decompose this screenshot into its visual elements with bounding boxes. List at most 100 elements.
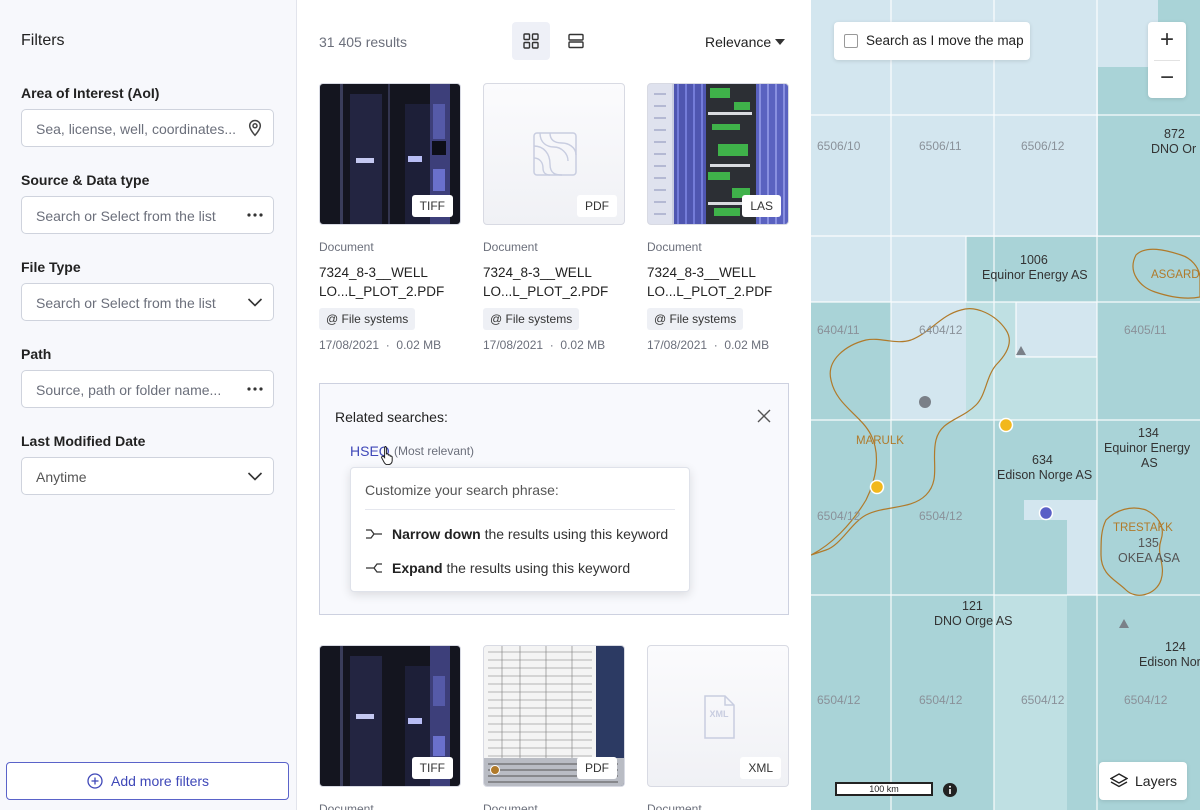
card-filename[interactable]: 7324_8-3__WELL LO...L_PLOT_2.PDF [319,263,461,301]
license-operator: OKEA ASA [1118,551,1180,565]
license-operator: DNO Orge AS [934,614,1013,628]
card-meta: 17/08/2021 · 0.02 MB [483,338,606,352]
filetype-label: File Type [21,259,81,275]
source-input[interactable]: Search or Select from the list [21,196,274,234]
license-number: 872 [1164,127,1185,141]
results-panel: 31 405 results Relevance TIFF Document 7… [297,0,811,810]
expand-icon [366,563,382,573]
card-size: 0.02 MB [724,338,770,352]
expand-bold: Expand [392,560,443,576]
layers-button[interactable]: Layers [1099,762,1187,800]
card-date: 17/08/2021 [647,338,708,352]
block-label: 6404/12 [919,323,963,337]
popup-title: Customize your search phrase: [365,482,559,498]
close-icon[interactable] [756,408,772,424]
license-operator: Equinor Energy [1104,441,1191,455]
narrow-down-option[interactable]: Narrow down the results using this keywo… [365,526,675,544]
license-operator: DNO Or [1151,142,1197,156]
sort-dropdown[interactable]: Relevance [705,34,771,50]
license-operator: Edison Norge [1139,655,1200,669]
las-thumbnail[interactable]: LAS [647,83,789,225]
card-source-tag[interactable]: @ File systems [319,308,416,330]
source-placeholder: Search or Select from the list [36,208,216,224]
results-count: 31 405 results [319,34,407,50]
aoi-input[interactable]: Sea, license, well, coordinates... [21,109,274,147]
field-label: ASGARD [1151,269,1200,281]
result-card[interactable]: XML XML Document [647,645,789,810]
file-type-badge: PDF [577,757,617,779]
hand-cursor-icon [381,446,393,465]
related-keyword-note: (Most relevant) [394,444,475,458]
search-as-move-checkbox[interactable] [844,34,858,48]
date-value: Anytime [36,469,87,485]
customize-search-popup: Customize your search phrase: Narrow dow… [350,467,690,592]
result-card[interactable]: PDF Document 7324_8-3__WELL LO...L_PLOT_… [483,83,625,353]
file-type-badge: PDF [577,195,617,217]
map-base [811,0,1200,810]
layers-label: Layers [1135,773,1178,789]
location-pin-icon[interactable] [245,118,265,138]
block-label: 6404/11 [817,323,860,337]
date-select[interactable]: Anytime [21,457,274,495]
file-type-badge: TIFF [411,195,453,217]
pdf-thumbnail[interactable]: PDF [483,645,625,787]
path-input[interactable]: Source, path or folder name... [21,370,274,408]
field-label: TRESTAKK [1113,522,1173,534]
block-label: 6504/12 [817,693,861,707]
block-label: 6506/10 [817,139,861,153]
license-number: 121 [962,599,983,613]
result-card[interactable]: TIFF Document [319,645,461,810]
date-label: Last Modified Date [21,433,146,449]
chevron-down-icon[interactable] [245,292,265,312]
add-more-filters-button[interactable]: Add more filters [6,762,289,800]
result-card[interactable]: PDF Document [483,645,625,810]
zoom-in-button[interactable]: + [1148,22,1186,60]
card-kind: Document [319,240,374,254]
block-label: 6506/12 [1021,139,1065,153]
path-placeholder: Source, path or folder name... [36,382,222,398]
expand-option[interactable]: Expand the results using this keyword [365,560,675,578]
block-label: 6405/11 [1124,323,1167,337]
result-card[interactable]: TIFF Document 7324_8-3__WELL LO...L_PLOT… [319,83,461,353]
card-filename[interactable]: 7324_8-3__WELL LO...L_PLOT_2.PDF [647,263,789,301]
search-as-move-toggle[interactable]: Search as I move the map [834,22,1030,60]
more-dots-icon[interactable] [245,205,265,225]
block-label: 6504/12 [1124,693,1168,707]
card-kind: Document [483,802,538,810]
chevron-down-icon[interactable] [245,466,265,486]
card-size: 0.02 MB [396,338,442,352]
narrow-rest: the results using this keyword [484,526,669,542]
license-number: 634 [1032,453,1053,467]
file-type-badge: TIFF [411,757,453,779]
license-number: 124 [1165,640,1186,654]
license-number: 135 [1138,536,1159,550]
scale-bar: 100 km [835,782,933,796]
block-label: 6504/12 [817,509,861,523]
add-more-filters-label: Add more filters [111,773,210,789]
info-icon[interactable] [943,783,957,797]
caret-down-icon[interactable] [775,39,785,45]
filetype-select[interactable]: Search or Select from the list [21,283,274,321]
tiff-thumbnail[interactable]: TIFF [319,645,461,787]
card-source-tag[interactable]: @ File systems [483,308,580,330]
pdf-thumbnail[interactable]: PDF [483,83,625,225]
card-meta: 17/08/2021 · 0.02 MB [319,338,442,352]
card-kind: Document [647,240,702,254]
xml-thumbnail[interactable]: XML XML [647,645,789,787]
grid-icon [523,33,539,49]
filters-title: Filters [21,32,65,49]
filetype-placeholder: Search or Select from the list [36,295,216,311]
grid-view-button[interactable] [512,22,550,60]
related-searches-panel: Related searches: HSEQ (Most relevant) C… [319,383,789,615]
block-label: 6506/11 [919,139,962,153]
result-card[interactable]: LAS Document 7324_8-3__WELL LO...L_PLOT_… [647,83,789,353]
list-view-button[interactable] [557,22,595,60]
aoi-label: Area of Interest (AoI) [21,85,160,101]
card-filename[interactable]: 7324_8-3__WELL LO...L_PLOT_2.PDF [483,263,625,301]
map-panel[interactable]: 6506/10 6506/11 6506/12 6404/11 6404/12 … [811,0,1200,810]
tiff-thumbnail[interactable]: TIFF [319,83,461,225]
zoom-out-button[interactable]: − [1148,60,1186,98]
card-size: 0.02 MB [560,338,606,352]
card-source-tag[interactable]: @ File systems [647,308,744,330]
more-dots-icon[interactable] [245,379,265,399]
